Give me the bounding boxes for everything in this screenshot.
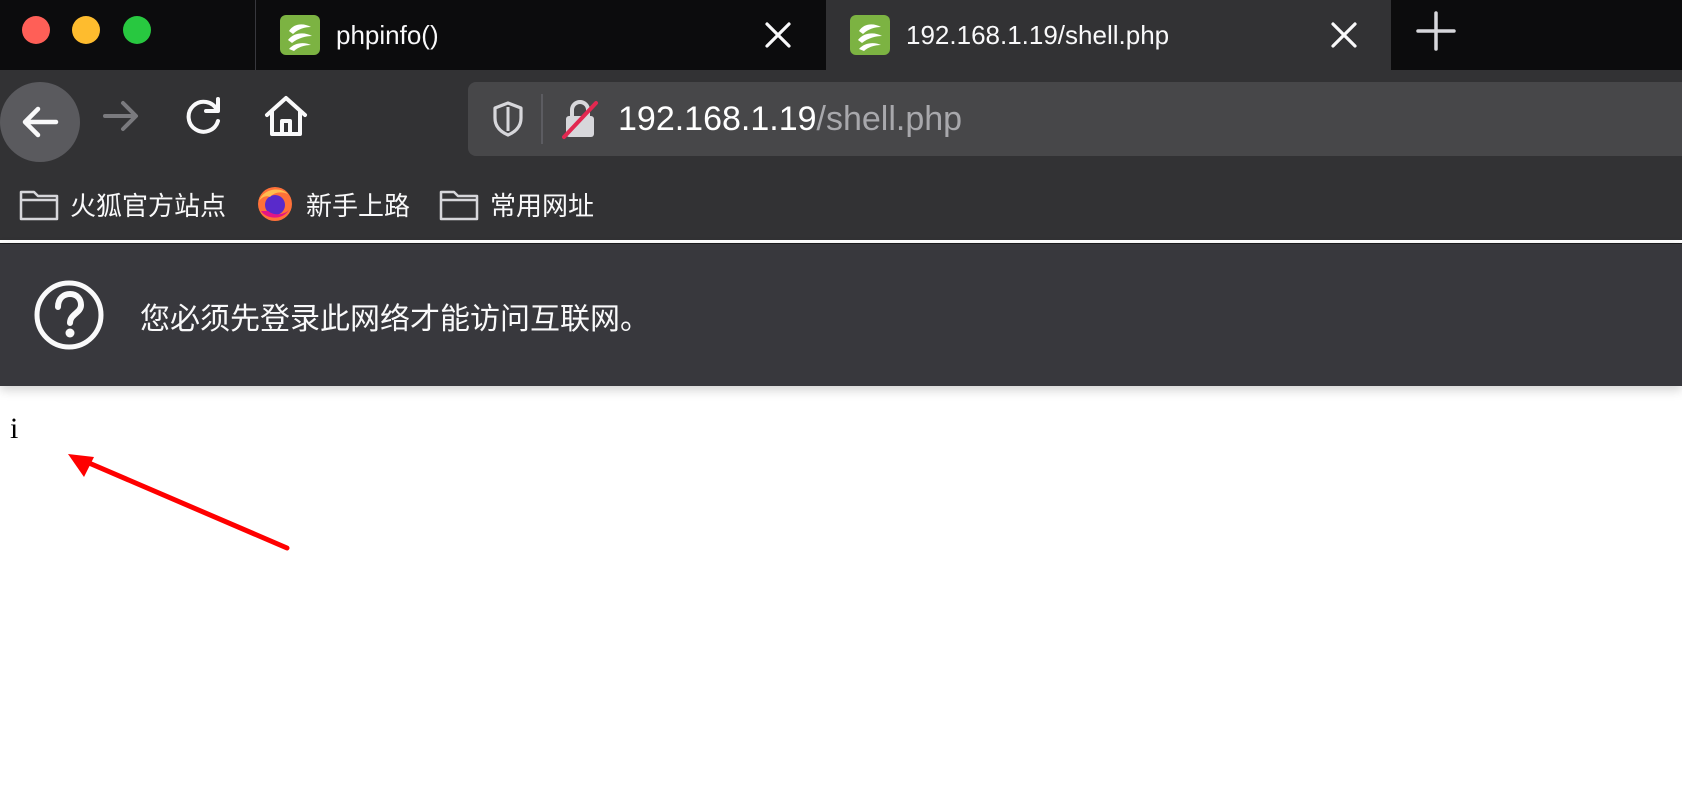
insecure-lock-icon[interactable] [558, 97, 602, 141]
question-circle-icon [34, 280, 104, 350]
bookmark-label: 火狐官方站点 [70, 190, 227, 221]
url-text[interactable]: 192.168.1.19/shell.php [618, 100, 962, 138]
tab-shell-active[interactable]: 192.168.1.19/shell.php [826, 0, 1391, 70]
php-favicon-icon [850, 15, 890, 55]
red-arrow-annotation [68, 454, 290, 551]
url-bar[interactable]: 192.168.1.19/shell.php [468, 82, 1682, 156]
arrow-left-icon [22, 106, 59, 138]
reload-icon [186, 97, 220, 134]
tab-strip: phpinfo() 192.168.1.19/shell.php [0, 0, 1682, 70]
tab-title: phpinfo() [336, 19, 439, 50]
close-tab-icon[interactable] [1329, 20, 1359, 50]
forward-button[interactable] [96, 90, 148, 142]
back-button[interactable] [0, 82, 80, 162]
close-tab-icon[interactable] [763, 20, 793, 50]
url-path: /shell.php [816, 100, 963, 138]
new-tab-plus-icon[interactable] [1415, 10, 1457, 52]
tab-phpinfo[interactable]: phpinfo() [255, 0, 825, 70]
bookmark-label: 新手上路 [306, 190, 411, 221]
url-host: 192.168.1.19 [618, 100, 817, 138]
page-body-text: i [10, 412, 19, 445]
url-bar-separator [541, 94, 543, 144]
page-content: i [0, 388, 1682, 806]
bookmark-folder-firefox-official[interactable]: 火狐官方站点 [18, 178, 226, 230]
bookmark-label: 常用网址 [490, 190, 595, 221]
window-maximize-button[interactable] [123, 16, 151, 44]
home-icon [265, 96, 307, 136]
php-favicon-icon [280, 15, 320, 55]
bookmarks-toolbar: 火狐官方站点 新手上路 常用网址 [0, 168, 1682, 240]
window-minimize-button[interactable] [72, 16, 100, 44]
window-close-button[interactable] [22, 16, 50, 44]
tracking-protection-shield-icon[interactable] [488, 99, 528, 139]
folder-icon [19, 190, 59, 221]
firefox-icon [258, 187, 293, 221]
captive-portal-notification-bar: 您必须先登录此网络才能访问互联网。 [0, 243, 1682, 386]
folder-icon [439, 190, 479, 221]
bookmark-getting-started[interactable]: 新手上路 [254, 178, 410, 230]
arrow-right-icon [103, 101, 138, 131]
bookmark-folder-common-sites[interactable]: 常用网址 [438, 178, 594, 230]
notification-message: 您必须先登录此网络才能访问互联网。 [140, 303, 650, 336]
reload-button[interactable] [178, 90, 230, 142]
tab-title: 192.168.1.19/shell.php [906, 19, 1170, 50]
home-button[interactable] [258, 88, 314, 144]
navigation-toolbar: 192.168.1.19/shell.php 火狐官方站点 新手上路 常用网址 [0, 70, 1682, 240]
